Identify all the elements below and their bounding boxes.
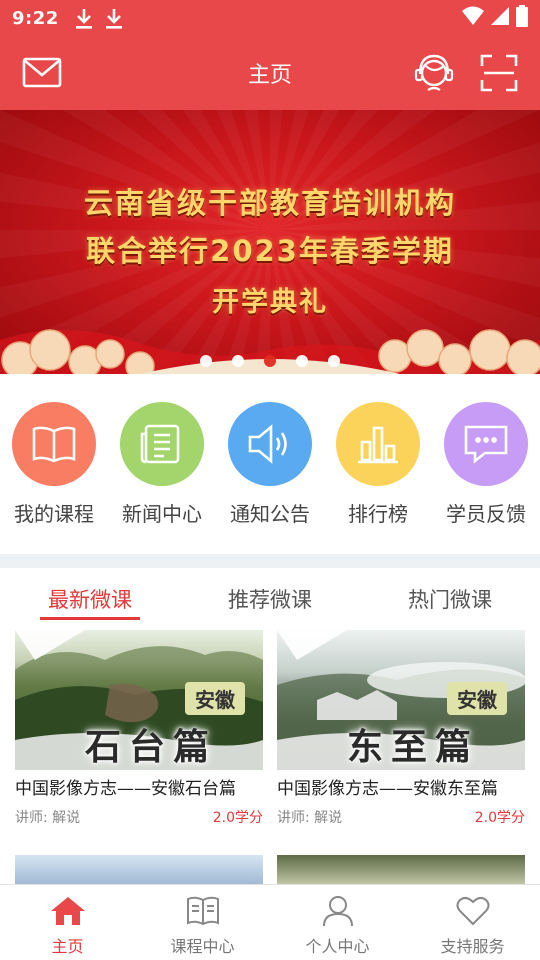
bottom-navigation: 主页 课程中心 个人中心 支持服务 — [0, 884, 540, 960]
carousel-dot[interactable] — [328, 355, 340, 367]
menu-item-feedback[interactable]: 学员反馈 — [436, 402, 536, 554]
top-app-bar: 主页 — [0, 36, 540, 110]
nav-item-support[interactable]: 支持服务 — [405, 885, 540, 960]
course-card[interactable]: 安徽 东至篇 中国影像方志——安徽东至篇 讲师: 解说 2.0学分 — [277, 630, 525, 827]
menu-item-label: 通知公告 — [230, 502, 310, 526]
status-bar: 9:22 — [0, 0, 540, 36]
customer-service-icon[interactable] — [414, 52, 454, 94]
course-thumbnail: 安徽 东至篇 — [277, 630, 525, 770]
mail-icon[interactable] — [22, 56, 62, 90]
course-card-partial[interactable] — [277, 855, 525, 885]
tab-latest[interactable]: 最新微课 — [0, 568, 180, 624]
signal-icon — [490, 6, 510, 30]
menu-item-label: 新闻中心 — [122, 502, 202, 526]
nav-label: 个人中心 — [305, 937, 370, 956]
menu-item-label: 学员反馈 — [446, 502, 526, 526]
course-title: 中国影像方志——安徽东至篇 — [277, 779, 498, 799]
open-book-icon — [186, 895, 220, 931]
menu-item-my-courses[interactable]: 我的课程 — [4, 402, 104, 554]
thumb-tag: 安徽 — [447, 682, 507, 715]
nav-label: 支持服务 — [440, 937, 505, 956]
bar-chart-icon — [336, 402, 420, 486]
course-title: 中国影像方志——安徽石台篇 — [15, 779, 236, 799]
tab-popular[interactable]: 热门微课 — [360, 568, 540, 624]
banner-carousel[interactable]: 云南省级干部教育培训机构 联合举行2023年春季学期 开学典礼 — [0, 110, 540, 374]
section-divider — [0, 554, 540, 568]
person-icon — [321, 895, 355, 931]
nav-item-course-center[interactable]: 课程中心 — [135, 885, 270, 960]
app-screen: 9:22 主页 云南省级干部教育培训机构 联合举行2023年春季学期 开学典礼 … — [0, 0, 540, 960]
page-title: 主页 — [247, 63, 292, 88]
download-icon — [105, 8, 123, 29]
course-tabs: 最新微课 推荐微课 热门微课 — [0, 568, 540, 624]
menu-item-notices[interactable]: 通知公告 — [220, 402, 320, 554]
menu-item-label: 我的课程 — [14, 502, 94, 526]
course-lecturer: 讲师: 解说 — [277, 810, 343, 826]
wifi-icon — [462, 6, 484, 30]
nav-item-home[interactable]: 主页 — [0, 885, 135, 960]
thumb-tag: 安徽 — [185, 682, 245, 715]
course-card-partial[interactable] — [15, 855, 263, 885]
carousel-indicator — [0, 355, 540, 367]
nav-label: 主页 — [51, 937, 84, 956]
scan-icon[interactable] — [480, 54, 518, 92]
download-icon — [75, 8, 93, 29]
chat-icon — [444, 402, 528, 486]
carousel-dot-active[interactable] — [264, 355, 276, 367]
thumb-title: 石台篇 — [85, 726, 218, 768]
menu-item-ranking[interactable]: 排行榜 — [328, 402, 428, 554]
menu-item-label: 排行榜 — [348, 502, 408, 526]
course-thumbnail: 安徽 石台篇 — [15, 630, 263, 770]
book-icon — [12, 402, 96, 486]
course-credit: 2.0学分 — [474, 810, 525, 826]
heart-icon — [456, 895, 490, 931]
course-card[interactable]: 安徽 石台篇 中国影像方志——安徽石台篇 讲师: 解说 2.0学分 — [15, 630, 263, 827]
home-icon — [49, 895, 87, 931]
nav-label: 课程中心 — [170, 937, 235, 956]
course-lecturer: 讲师: 解说 — [15, 810, 81, 826]
nav-item-personal-center[interactable]: 个人中心 — [270, 885, 405, 960]
tab-recommended[interactable]: 推荐微课 — [180, 568, 360, 624]
carousel-dot[interactable] — [200, 355, 212, 367]
carousel-dot[interactable] — [296, 355, 308, 367]
carousel-dot[interactable] — [232, 355, 244, 367]
thumb-title: 东至篇 — [347, 726, 480, 768]
menu-item-news-center[interactable]: 新闻中心 — [112, 402, 212, 554]
status-time: 9:22 — [12, 7, 59, 29]
news-icon — [120, 402, 204, 486]
course-credit: 2.0学分 — [212, 810, 263, 826]
banner-line: 联合举行2023年春季学期 — [86, 234, 454, 268]
category-menu: 我的课程 新闻中心 通知公告 排行榜 学员反馈 — [0, 374, 540, 554]
banner-line: 云南省级干部教育培训机构 — [83, 186, 456, 220]
battery-icon — [516, 5, 528, 31]
speaker-icon — [228, 402, 312, 486]
